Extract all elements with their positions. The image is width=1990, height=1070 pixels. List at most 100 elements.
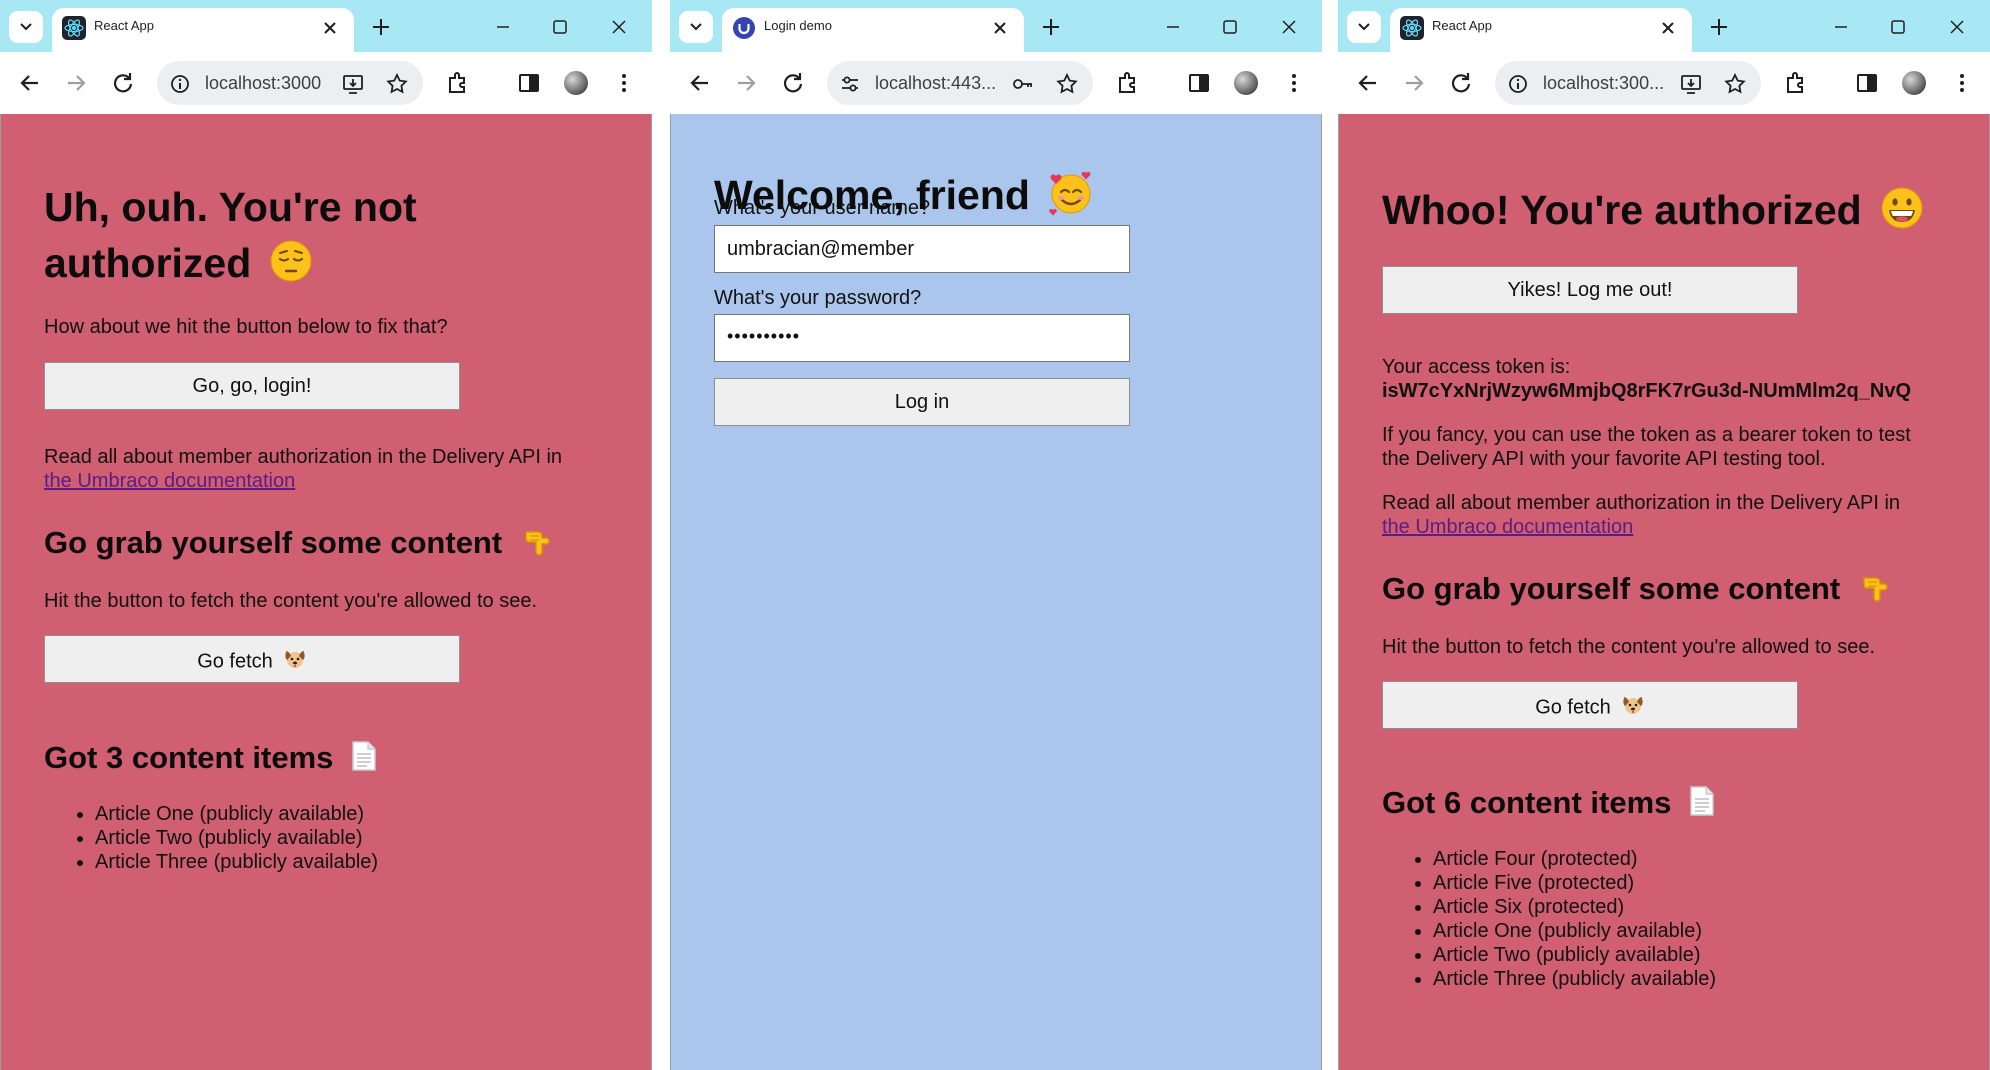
tab-title: React App bbox=[1432, 18, 1492, 33]
password-label: What's your password? bbox=[714, 287, 922, 309]
chevron-down-icon bbox=[20, 23, 32, 31]
list-item: Article Four (protected) bbox=[1433, 847, 1716, 871]
react-logo-icon bbox=[1400, 16, 1424, 40]
token-label: Your access token is: bbox=[1382, 356, 1571, 378]
list-item: Article Three (publicly available) bbox=[1433, 967, 1716, 991]
fetch-text: Hit the button to fetch the content you'… bbox=[44, 590, 538, 612]
pensive-face-icon bbox=[269, 239, 313, 293]
login-button[interactable]: Go, go, login! bbox=[44, 362, 460, 410]
items-heading: Got 3 content items bbox=[44, 740, 377, 780]
list-item: Article Two (publicly available) bbox=[1433, 943, 1716, 967]
react-logo-icon bbox=[62, 16, 86, 40]
address-bar[interactable]: localhost:443... bbox=[827, 61, 1093, 105]
docs-text: Read all about member authorization in t… bbox=[1382, 492, 1901, 514]
tab-react-app[interactable]: React App bbox=[52, 8, 354, 52]
reload-icon[interactable] bbox=[1447, 69, 1475, 97]
dog-face-icon bbox=[1621, 694, 1645, 722]
maximize-icon[interactable] bbox=[547, 14, 573, 40]
umbraco-logo-icon bbox=[733, 17, 755, 39]
content-items-list: Article One (publicly available) Article… bbox=[44, 802, 378, 874]
puzzle-icon[interactable] bbox=[1114, 69, 1142, 97]
logout-button[interactable]: Yikes! Log me out! bbox=[1382, 266, 1798, 314]
close-window-icon[interactable] bbox=[606, 14, 632, 40]
url-text: localhost:300... bbox=[1543, 73, 1665, 93]
avatar-icon[interactable] bbox=[1900, 69, 1928, 97]
install-icon[interactable] bbox=[1679, 72, 1703, 96]
minimize-icon[interactable] bbox=[490, 14, 516, 40]
page-viewport: Welcome, friend What's your user name? W… bbox=[670, 114, 1322, 1070]
plus-icon[interactable] bbox=[1038, 14, 1064, 40]
reload-icon[interactable] bbox=[779, 69, 807, 97]
close-icon[interactable] bbox=[320, 18, 340, 38]
url-text: localhost:443... bbox=[875, 73, 997, 93]
tab-strip: React App bbox=[1338, 0, 1990, 52]
side-panel-icon[interactable] bbox=[1853, 69, 1881, 97]
side-panel-icon[interactable] bbox=[1185, 69, 1213, 97]
bearer-text-line1: If you fancy, you can use the token as a… bbox=[1382, 424, 1911, 446]
username-input[interactable] bbox=[714, 225, 1130, 273]
content-items-list: Article Four (protected) Article Five (p… bbox=[1382, 847, 1716, 991]
page-heading-line2: authorized bbox=[44, 239, 313, 293]
docs-link[interactable]: the Umbraco documentation bbox=[44, 470, 295, 493]
items-heading: Got 6 content items bbox=[1382, 785, 1715, 825]
star-icon[interactable] bbox=[1055, 72, 1079, 96]
access-token-value: isW7cYxNrjWzyw6MmjbQ8rFK7rGu3d-NUmMlm2q_… bbox=[1382, 380, 1912, 402]
star-icon[interactable] bbox=[1723, 72, 1747, 96]
star-icon[interactable] bbox=[385, 72, 409, 96]
docs-link[interactable]: the Umbraco documentation bbox=[1382, 516, 1633, 539]
tab-strip: React App bbox=[0, 0, 652, 52]
minimize-icon[interactable] bbox=[1160, 14, 1186, 40]
kebab-menu-icon[interactable] bbox=[1280, 69, 1308, 97]
tune-icon[interactable] bbox=[839, 73, 861, 95]
log-in-button[interactable]: Log in bbox=[714, 378, 1130, 426]
plus-icon[interactable] bbox=[1706, 14, 1732, 40]
password-input[interactable]: •••••••••• bbox=[714, 314, 1130, 362]
avatar-icon[interactable] bbox=[562, 69, 590, 97]
tab-search-button[interactable] bbox=[1347, 11, 1381, 43]
browser-window-login: Login demo localhost:443... Welcome, fri… bbox=[670, 0, 1322, 1070]
minimize-icon[interactable] bbox=[1828, 14, 1854, 40]
browser-window-unauthorized: React App localhost:3000 Uh, ouh. You're… bbox=[0, 0, 652, 1070]
close-icon[interactable] bbox=[1658, 18, 1678, 38]
tab-search-button[interactable] bbox=[679, 11, 713, 43]
install-icon[interactable] bbox=[341, 72, 365, 96]
maximize-icon[interactable] bbox=[1885, 14, 1911, 40]
address-bar[interactable]: localhost:300... bbox=[1495, 61, 1761, 105]
forward-arrow-icon[interactable] bbox=[732, 69, 760, 97]
back-arrow-icon[interactable] bbox=[686, 69, 714, 97]
back-arrow-icon[interactable] bbox=[16, 69, 44, 97]
list-item: Article Six (protected) bbox=[1433, 895, 1716, 919]
address-bar[interactable]: localhost:3000 bbox=[157, 61, 423, 105]
pointing-down-icon bbox=[1858, 570, 1892, 612]
grab-content-heading: Go grab yourself some content bbox=[1382, 570, 1892, 612]
close-window-icon[interactable] bbox=[1276, 14, 1302, 40]
info-icon[interactable] bbox=[1507, 73, 1529, 95]
close-window-icon[interactable] bbox=[1944, 14, 1970, 40]
side-panel-icon[interactable] bbox=[515, 69, 543, 97]
maximize-icon[interactable] bbox=[1217, 14, 1243, 40]
fetch-text: Hit the button to fetch the content you'… bbox=[1382, 636, 1876, 658]
avatar-icon[interactable] bbox=[1232, 69, 1260, 97]
puzzle-icon[interactable] bbox=[1782, 69, 1810, 97]
forward-arrow-icon[interactable] bbox=[1400, 69, 1428, 97]
fetch-button[interactable]: Go fetch bbox=[1382, 681, 1798, 729]
chevron-down-icon bbox=[690, 23, 702, 31]
back-arrow-icon[interactable] bbox=[1354, 69, 1382, 97]
tab-search-button[interactable] bbox=[9, 11, 43, 43]
kebab-menu-icon[interactable] bbox=[1948, 69, 1976, 97]
page-icon bbox=[351, 740, 377, 780]
tab-login-demo[interactable]: Login demo bbox=[722, 8, 1024, 52]
tab-title: Login demo bbox=[764, 18, 832, 33]
info-icon[interactable] bbox=[169, 73, 191, 95]
fetch-button[interactable]: Go fetch bbox=[44, 635, 460, 683]
reload-icon[interactable] bbox=[109, 69, 137, 97]
forward-arrow-icon[interactable] bbox=[62, 69, 90, 97]
key-icon[interactable] bbox=[1011, 72, 1035, 96]
tab-react-app[interactable]: React App bbox=[1390, 8, 1692, 52]
close-icon[interactable] bbox=[990, 18, 1010, 38]
docs-text: Read all about member authorization in t… bbox=[44, 446, 563, 468]
plus-icon[interactable] bbox=[368, 14, 394, 40]
pointing-down-icon bbox=[520, 524, 554, 566]
kebab-menu-icon[interactable] bbox=[610, 69, 638, 97]
puzzle-icon[interactable] bbox=[444, 69, 472, 97]
